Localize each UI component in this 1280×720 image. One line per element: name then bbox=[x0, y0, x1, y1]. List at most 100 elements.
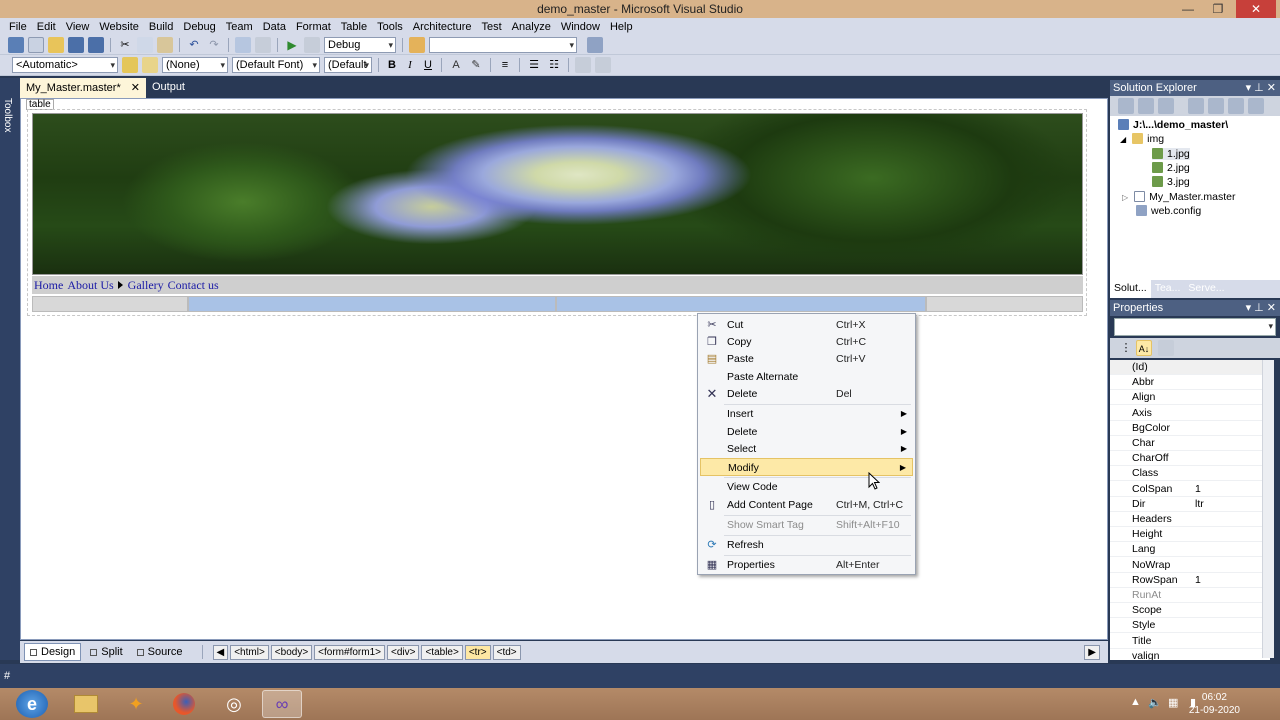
menu-test[interactable]: Test bbox=[476, 21, 506, 33]
menu-debug[interactable]: Debug bbox=[178, 21, 220, 33]
numbering-icon[interactable]: ☷ bbox=[546, 57, 562, 73]
navigate-forward-icon[interactable] bbox=[255, 36, 271, 53]
property-row[interactable]: ColSpan 1 bbox=[1110, 482, 1270, 497]
menu-item-copy[interactable]: ❐ Copy Ctrl+C bbox=[700, 333, 913, 351]
menu-item-refresh[interactable]: ⟳ Refresh bbox=[700, 536, 913, 554]
tree-file-3[interactable]: 3.jpg bbox=[1152, 176, 1190, 188]
properties-object-select[interactable] bbox=[1114, 318, 1276, 336]
property-row[interactable]: CharOff bbox=[1110, 451, 1270, 467]
menu-help[interactable]: Help bbox=[605, 21, 638, 33]
foreground-color-icon[interactable]: A bbox=[448, 57, 464, 73]
menu-item-cut[interactable]: ✂ Cut Ctrl+X bbox=[700, 316, 913, 334]
minimize-button[interactable]: — bbox=[1174, 0, 1202, 18]
refresh-icon[interactable] bbox=[1138, 98, 1154, 114]
style-application-icon[interactable] bbox=[122, 57, 138, 73]
pin-close-icons[interactable]: ▾ ⊥ ✕ bbox=[1246, 300, 1276, 316]
table-cell-selected[interactable] bbox=[556, 296, 926, 312]
property-pages-icon[interactable] bbox=[1158, 340, 1174, 356]
bullets-icon[interactable]: ☰ bbox=[526, 57, 542, 73]
menu-view[interactable]: View bbox=[61, 21, 95, 33]
nest-icon[interactable] bbox=[1158, 98, 1174, 114]
asp-config-icon[interactable] bbox=[1248, 98, 1264, 114]
block-format-select[interactable]: (None) bbox=[162, 57, 228, 73]
tab-team-explorer[interactable]: Tea... bbox=[1151, 280, 1185, 298]
menu-file[interactable]: File bbox=[4, 21, 32, 33]
property-row[interactable]: Char bbox=[1110, 436, 1270, 451]
visual-studio-icon[interactable]: ∞ bbox=[262, 690, 302, 718]
categorized-icon[interactable]: ⋮ bbox=[1118, 340, 1134, 356]
tab-my-master[interactable]: My_Master.master* ✕ bbox=[20, 78, 146, 98]
property-row[interactable]: valign bbox=[1110, 649, 1270, 660]
filezilla-icon[interactable]: ✦ bbox=[116, 690, 156, 718]
menu-analyze[interactable]: Analyze bbox=[507, 21, 556, 33]
new-style-icon[interactable] bbox=[142, 57, 158, 73]
cut-icon[interactable]: ✂ bbox=[117, 37, 133, 53]
copy-icon[interactable] bbox=[137, 36, 153, 53]
undo-icon[interactable]: ↶ bbox=[186, 37, 202, 53]
file-explorer-icon[interactable] bbox=[66, 690, 106, 718]
menu-item-view-code[interactable]: View Code bbox=[700, 478, 913, 496]
menu-item-modify[interactable]: Modify ▶ bbox=[700, 458, 913, 476]
open-folder-icon[interactable] bbox=[48, 36, 64, 53]
save-icon[interactable] bbox=[68, 36, 84, 53]
property-value[interactable]: 1 bbox=[1195, 482, 1201, 497]
toolbox-tab[interactable]: Toolbox bbox=[0, 78, 20, 660]
menu-build[interactable]: Build bbox=[144, 21, 178, 33]
new-project-icon[interactable] bbox=[8, 36, 24, 53]
property-row[interactable]: Abbr bbox=[1110, 375, 1270, 391]
design-view-button[interactable]: Design bbox=[24, 643, 82, 661]
crumb-div[interactable]: <div> bbox=[386, 644, 420, 660]
menu-data[interactable]: Data bbox=[258, 21, 291, 33]
property-row[interactable]: RowSpan 1 bbox=[1110, 573, 1270, 588]
property-row[interactable]: Class bbox=[1110, 466, 1270, 482]
italic-button[interactable]: I bbox=[402, 59, 418, 71]
toolbar-options-icon[interactable] bbox=[595, 57, 611, 73]
menu-team[interactable]: Team bbox=[221, 21, 258, 33]
menu-item-properties[interactable]: ▦ Properties Alt+Enter bbox=[700, 556, 913, 574]
font-size-select[interactable]: (Default bbox=[324, 57, 372, 73]
view-code-icon[interactable] bbox=[1188, 98, 1204, 114]
close-button[interactable]: ✕ bbox=[1236, 0, 1276, 18]
start-debugging-icon[interactable]: ▶ bbox=[284, 37, 300, 53]
close-tab-icon[interactable]: ✕ bbox=[131, 82, 140, 94]
menu-item-add-content-page[interactable]: ▯ Add Content Page Ctrl+M, Ctrl+C bbox=[700, 496, 913, 514]
tree-file-1[interactable]: 1.jpg bbox=[1152, 148, 1190, 160]
tab-server-explorer[interactable]: Serve... bbox=[1184, 280, 1228, 298]
property-row[interactable]: Axis bbox=[1110, 406, 1270, 421]
find-combo[interactable] bbox=[429, 36, 577, 53]
property-grid-scrollbar[interactable] bbox=[1262, 360, 1274, 658]
menu-item-delete-submenu[interactable]: Delete ▶ bbox=[700, 423, 913, 441]
start-button[interactable]: e bbox=[16, 690, 48, 718]
nav-link-gallery[interactable]: Gallery bbox=[128, 278, 164, 293]
tree-folder-img[interactable]: ◢ img bbox=[1120, 133, 1164, 145]
source-view-button[interactable]: Source bbox=[132, 643, 188, 661]
add-item-icon[interactable] bbox=[28, 36, 44, 53]
highlight-color-icon[interactable]: ✎ bbox=[468, 57, 484, 73]
network-icon[interactable]: ▦ bbox=[1168, 696, 1178, 709]
copy-website-icon[interactable] bbox=[1228, 98, 1244, 114]
nav-link-home[interactable]: Home bbox=[34, 278, 63, 293]
align-icon[interactable]: ≡ bbox=[497, 57, 513, 73]
solution-explorer-icon[interactable] bbox=[587, 36, 603, 53]
split-view-button[interactable]: Split bbox=[85, 643, 127, 661]
underline-button[interactable]: U bbox=[420, 59, 436, 71]
crumb-table[interactable]: <table> bbox=[421, 644, 463, 660]
menu-table[interactable]: Table bbox=[336, 21, 372, 33]
nav-link-contact[interactable]: Contact us bbox=[168, 278, 219, 293]
property-value[interactable]: ltr bbox=[1195, 497, 1204, 512]
volume-icon[interactable]: 🔈 bbox=[1148, 696, 1162, 709]
property-row[interactable]: Title bbox=[1110, 634, 1270, 649]
property-row[interactable]: Dir ltr bbox=[1110, 497, 1270, 512]
navigate-back-icon[interactable] bbox=[235, 36, 251, 53]
menu-edit[interactable]: Edit bbox=[32, 21, 61, 33]
menu-item-select[interactable]: Select ▶ bbox=[700, 440, 913, 458]
tree-web-config[interactable]: web.config bbox=[1136, 205, 1201, 217]
menu-architecture[interactable]: Architecture bbox=[408, 21, 477, 33]
property-row[interactable]: Lang bbox=[1110, 542, 1270, 558]
crumb-tr[interactable]: <tr> bbox=[464, 644, 491, 660]
tree-root[interactable]: J:\...\demo_master\ bbox=[1118, 119, 1228, 131]
menu-website[interactable]: Website bbox=[94, 21, 144, 33]
attach-icon[interactable] bbox=[304, 36, 320, 53]
property-row[interactable]: (Id) bbox=[1110, 360, 1270, 375]
tray-arrow-icon[interactable]: ▲ bbox=[1130, 696, 1141, 708]
